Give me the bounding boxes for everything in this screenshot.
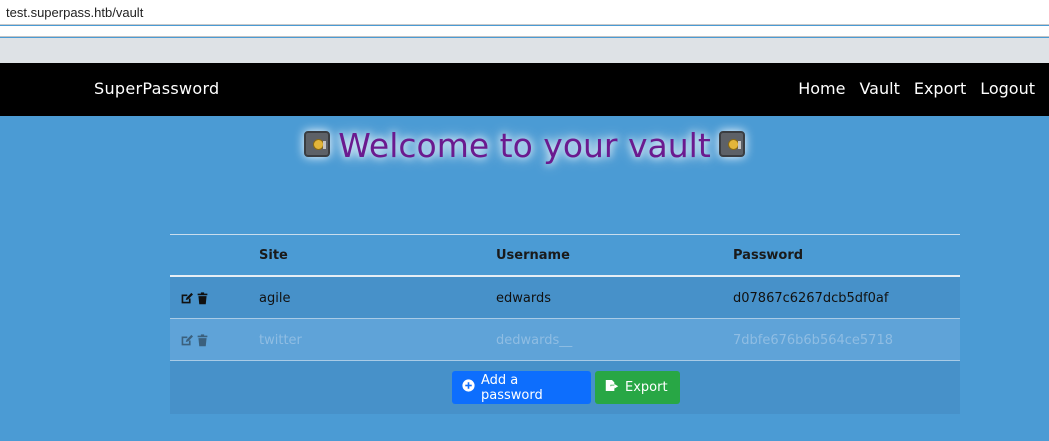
page-top-strip [0,38,1049,63]
nav-home[interactable]: Home [798,79,845,98]
nav-links: Home Vault Export Logout [798,79,1035,98]
add-password-button[interactable]: Add a password [452,371,591,404]
browser-toolbar-gap [0,26,1049,37]
export-label: Export [625,380,668,395]
trash-icon[interactable] [196,332,209,347]
brand-link[interactable]: SuperPassword [94,79,220,98]
vault-table: Site Username Password agile edwards d07… [170,234,960,414]
cell-site: twitter [259,333,302,348]
table-row: agile edwards d07867c6267dcb5df0af [170,277,960,319]
table-row: twitter dedwards__ 7dbfe676b6b564ce5718 [170,319,960,361]
nav-logout[interactable]: Logout [980,79,1035,98]
table-footer: Add a password Export [170,361,960,414]
cell-password: 7dbfe676b6b564ce5718 [733,333,893,348]
page-title-wrap: Welcome to your vault [0,126,1049,165]
plus-circle-icon [462,379,475,396]
header-password: Password [733,248,804,263]
header-username: Username [496,248,570,263]
url-text: test.superpass.htb/vault [6,5,144,20]
export-button[interactable]: Export [595,371,680,404]
safe-icon [304,130,331,157]
table-header: Site Username Password [170,235,960,277]
cell-username: edwards [496,291,551,306]
safe-icon [718,130,745,157]
nav-vault[interactable]: Vault [859,79,899,98]
cell-site: agile [259,291,291,306]
nav-export[interactable]: Export [914,79,966,98]
trash-icon[interactable] [196,290,209,305]
export-icon [605,379,619,396]
cell-username: dedwards__ [496,333,573,348]
browser-url-bar[interactable]: test.superpass.htb/vault [0,0,1049,25]
cell-password: d07867c6267dcb5df0af [733,291,889,306]
navbar: SuperPassword Home Vault Export Logout [0,63,1049,116]
header-site: Site [259,248,288,263]
edit-icon[interactable] [180,332,193,346]
add-password-label: Add a password [481,372,543,403]
page-title: Welcome to your vault [338,126,711,165]
edit-icon[interactable] [180,290,193,304]
